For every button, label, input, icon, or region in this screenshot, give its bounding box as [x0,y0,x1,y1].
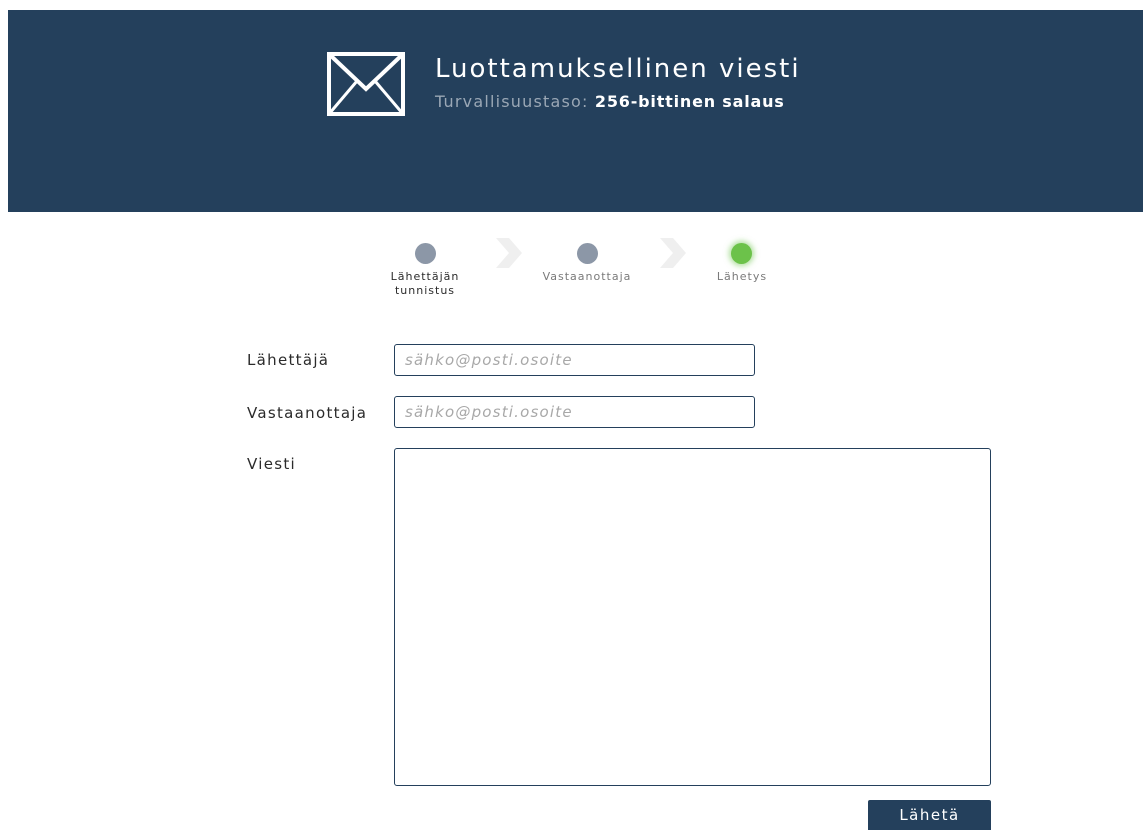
security-level-value: 256-bittinen salaus [594,92,785,111]
recipient-email-input[interactable] [394,396,755,428]
step-1-label-line1: Lähettäjän [390,270,460,283]
step-1-indicator [415,243,436,264]
step-2-indicator [577,243,598,264]
send-button[interactable]: Lähetä [868,800,991,830]
envelope-icon [327,52,405,116]
message-textarea[interactable] [394,448,991,786]
chevron-right-icon [496,238,522,268]
page-title: Luottamuksellinen viesti [435,54,801,84]
step-2-label: Vastaanottaja [542,270,632,283]
security-level-label: Turvallisuustaso: [435,92,589,111]
step-3-label: Lähetys [716,270,768,283]
security-level: Turvallisuustaso: 256-bittinen salaus [435,92,785,111]
step-1-label-line2: tunnistus [394,284,456,297]
sender-label: Lähettäjä [247,351,330,369]
step-3-indicator [731,243,752,264]
header-banner: Luottamuksellinen viesti Turvallisuustas… [8,10,1143,212]
sender-email-input[interactable] [394,344,755,376]
step-1-label: Lähettäjän tunnistus [385,270,465,298]
chevron-right-icon [660,238,686,268]
secure-message-page: Luottamuksellinen viesti Turvallisuustas… [0,0,1145,830]
message-label: Viesti [247,455,296,473]
recipient-label: Vastaanottaja [247,404,368,422]
